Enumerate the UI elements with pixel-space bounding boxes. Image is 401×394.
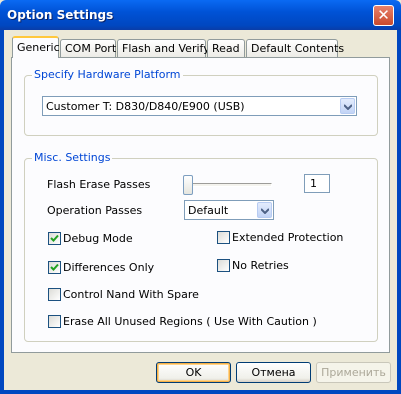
checkmark-icon [50, 234, 59, 242]
flash-erase-passes-slider-thumb[interactable] [183, 175, 193, 195]
dropdown-button[interactable] [340, 98, 355, 114]
window-border-bottom [0, 390, 401, 394]
operation-passes-label: Operation Passes [47, 204, 143, 217]
debug-mode-label[interactable]: Debug Mode [63, 232, 133, 245]
title-bar[interactable]: Option Settings ✕ [0, 0, 401, 30]
operation-passes-select[interactable]: Default [184, 200, 274, 220]
hardware-platform-select[interactable]: Customer T: D830/D840/E900 (USB) [42, 96, 357, 116]
tab-default-contents[interactable]: Default Contents [246, 39, 344, 57]
window-border-right [397, 30, 401, 394]
tab-label: COM Port [65, 42, 117, 55]
flash-erase-passes-label: Flash Erase Passes [47, 178, 151, 191]
no-retries-checkbox[interactable] [217, 259, 230, 272]
tab-label: Read [212, 42, 240, 55]
select-value: Customer T: D830/D840/E900 (USB) [46, 100, 245, 113]
extended-protection-label[interactable]: Extended Protection [232, 231, 343, 244]
flash-erase-passes-value[interactable]: 1 [304, 174, 330, 193]
window-border-left [0, 30, 4, 394]
differences-only-label[interactable]: Differences Only [63, 261, 154, 274]
option-settings-dialog: Option Settings ✕ Generic COM Port Flash… [0, 0, 401, 394]
checkmark-icon [50, 263, 59, 271]
erase-all-unused-regions-checkbox[interactable] [48, 315, 61, 328]
tab-label: Default Contents [251, 42, 345, 55]
erase-all-unused-regions-label[interactable]: Erase All Unused Regions ( Use With Caut… [63, 315, 317, 328]
tab-label: Flash and Verify [122, 42, 210, 55]
group-label: Misc. Settings [32, 151, 113, 164]
cancel-button[interactable]: Отмена [236, 362, 311, 383]
tab-label: Generic [17, 41, 60, 54]
extended-protection-checkbox[interactable] [217, 231, 230, 244]
apply-button[interactable]: Применить [316, 362, 391, 383]
tab-flash-and-verify[interactable]: Flash and Verify [117, 39, 210, 57]
close-icon: ✕ [377, 6, 390, 24]
debug-mode-checkbox[interactable] [48, 232, 61, 245]
tab-generic[interactable]: Generic [12, 36, 60, 58]
differences-only-checkbox[interactable] [48, 261, 61, 274]
chevron-down-icon [261, 208, 269, 214]
flash-erase-passes-slider-track[interactable] [184, 183, 272, 187]
control-nand-with-spare-checkbox[interactable] [48, 288, 61, 301]
select-value: Default [188, 204, 229, 217]
close-button[interactable]: ✕ [373, 5, 394, 26]
window-title: Option Settings [7, 8, 114, 22]
chevron-down-icon [344, 104, 352, 110]
tab-com-port[interactable]: COM Port [60, 39, 116, 57]
dropdown-button[interactable] [257, 202, 272, 218]
tab-read[interactable]: Read [207, 39, 245, 57]
control-nand-with-spare-label[interactable]: Control Nand With Spare [63, 288, 199, 301]
group-label: Specify Hardware Platform [32, 68, 183, 81]
ok-button[interactable]: OK [156, 362, 231, 383]
no-retries-label[interactable]: No Retries [232, 259, 289, 272]
